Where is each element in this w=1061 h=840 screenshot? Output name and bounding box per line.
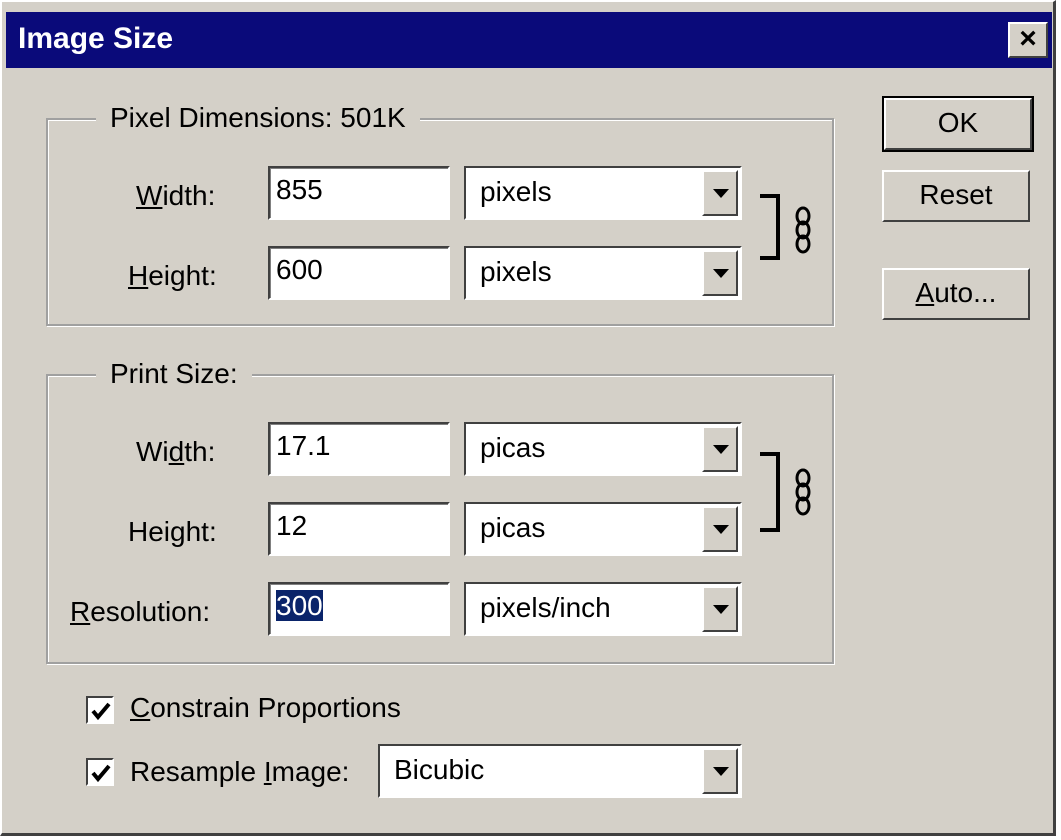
chain-link-icon — [795, 206, 811, 254]
resolution-value: 300 — [276, 590, 323, 621]
pixel-height-unit-value: pixels — [480, 256, 552, 287]
pixel-width-unit-value: pixels — [480, 176, 552, 207]
title-bar[interactable]: Image Size × — [6, 12, 1052, 68]
auto-button[interactable]: Auto... — [882, 268, 1030, 320]
pixel-height-label: Height: — [128, 260, 217, 291]
resample-image-label[interactable]: Resample Image: — [130, 756, 349, 788]
print-width-unit-select[interactable]: picas — [464, 422, 742, 476]
chevron-down-icon[interactable] — [702, 250, 738, 296]
resolution-input[interactable]: 300 — [268, 582, 450, 636]
resample-method-select[interactable]: Bicubic — [378, 744, 742, 798]
print-width-input[interactable]: 17.1 — [268, 422, 450, 476]
print-width-unit-value: picas — [480, 432, 546, 463]
ok-button[interactable]: OK — [882, 96, 1034, 152]
pixel-width-unit-select[interactable]: pixels — [464, 166, 742, 220]
pixel-height-input[interactable]: 600 — [268, 246, 450, 300]
print-height-unit-select[interactable]: picas — [464, 502, 742, 556]
checkmark-icon — [91, 702, 111, 721]
chevron-down-icon[interactable] — [702, 586, 738, 632]
print-height-label: Height: — [128, 516, 217, 547]
chevron-down-icon[interactable] — [702, 170, 738, 216]
resolution-label: Resolution: — [70, 596, 211, 627]
chain-link-icon — [795, 468, 811, 516]
print-height-unit-value: picas — [480, 512, 546, 543]
pixel-height-unit-select[interactable]: pixels — [464, 246, 742, 300]
resample-image-checkbox[interactable] — [86, 758, 114, 786]
resample-method-value: Bicubic — [394, 754, 485, 785]
chevron-down-icon[interactable] — [702, 426, 738, 472]
resolution-unit-value: pixels/inch — [480, 592, 611, 623]
checkmark-icon — [91, 764, 111, 783]
close-button[interactable]: × — [1008, 22, 1048, 58]
pixel-width-label: Width: — [136, 180, 216, 211]
image-size-dialog: Image Size × Pixel Dimensions: 501K Widt… — [0, 0, 1056, 836]
constrain-proportions-checkbox[interactable] — [86, 696, 114, 724]
resolution-unit-select[interactable]: pixels/inch — [464, 582, 742, 636]
pixel-width-input[interactable]: 855 — [268, 166, 450, 220]
reset-button[interactable]: Reset — [882, 170, 1030, 222]
print-link-bracket — [760, 452, 780, 532]
print-height-input[interactable]: 12 — [268, 502, 450, 556]
print-size-legend: Print Size: — [96, 358, 252, 390]
pixel-dimensions-legend: Pixel Dimensions: 501K — [96, 102, 420, 134]
chevron-down-icon[interactable] — [702, 748, 738, 794]
chevron-down-icon[interactable] — [702, 506, 738, 552]
print-width-label: Width: — [136, 436, 216, 467]
pixel-link-bracket — [760, 194, 780, 260]
window-title: Image Size — [18, 22, 174, 55]
constrain-proportions-label[interactable]: Constrain Proportions — [130, 692, 401, 724]
